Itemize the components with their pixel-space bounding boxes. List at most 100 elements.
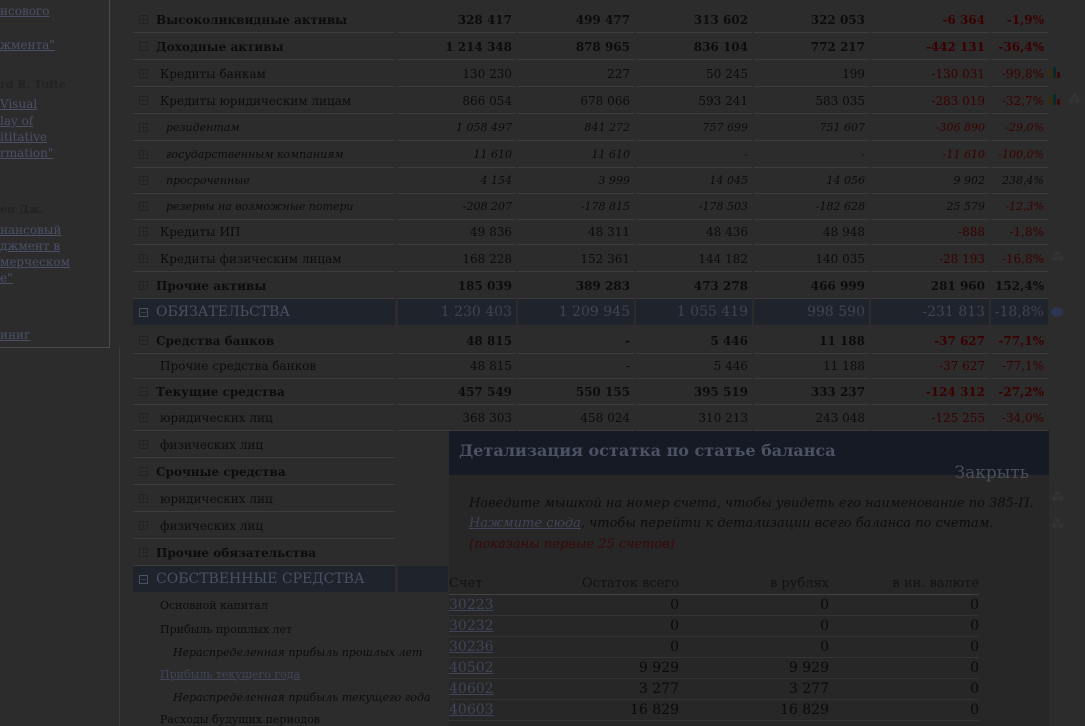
sidebar-link[interactable]: rmation": [0, 146, 53, 160]
expand-toggle[interactable]: +: [139, 150, 148, 159]
value-cell: 48 311: [518, 219, 634, 245]
value-cell: 9 902: [871, 168, 989, 194]
stars-icon[interactable]: ⁂: [1051, 250, 1064, 265]
value-cell: -36,4%: [991, 34, 1048, 60]
sidebar-link[interactable]: е": [0, 271, 13, 285]
account-row: 40502 9 929 9 929 0: [449, 658, 979, 679]
value-cell: -: [518, 328, 634, 354]
table-row: Прочие средства банков 48 815-5 446 11 188…: [133, 353, 1048, 380]
value-cell: 751 607: [754, 115, 869, 141]
value-cell: 395 519: [636, 379, 752, 405]
bar-chart-icon[interactable]: [1049, 66, 1063, 78]
expand-toggle[interactable]: +: [139, 494, 148, 503]
table-row: + Кредиты физическим лицам 168 228 152 361 1…: [133, 246, 1064, 273]
expand-toggle[interactable]: +: [139, 123, 148, 132]
expand-toggle[interactable]: +: [139, 281, 148, 290]
expand-toggle[interactable]: +: [139, 548, 148, 557]
row-label-text: просроченные: [166, 174, 250, 187]
account-number-link[interactable]: 40502: [449, 660, 494, 676]
collapse-toggle[interactable]: −: [139, 574, 148, 584]
pie-chart-icon[interactable]: [1051, 307, 1063, 317]
sidebar-link[interactable]: ititative: [0, 130, 47, 144]
value-cell: 550 155: [518, 379, 634, 405]
account-number-link[interactable]: 30236: [449, 639, 494, 655]
expand-toggle[interactable]: +: [139, 227, 148, 236]
value-cell: 48 815: [398, 353, 516, 379]
value-cell: 48 436: [636, 219, 752, 245]
sidebar-link[interactable]: lay of: [0, 114, 33, 128]
value-cell: -32,7%: [991, 88, 1048, 114]
value-cell: 14 045: [636, 168, 752, 194]
modal-title: Детализация остатка по статье баланса: [459, 441, 836, 460]
expand-toggle[interactable]: +: [139, 521, 148, 530]
detail-all-link[interactable]: Нажмите сюда: [469, 516, 581, 531]
value-cell: -27,2%: [991, 379, 1048, 405]
stars-icon[interactable]: ⁂: [1051, 517, 1064, 532]
expand-toggle[interactable]: +: [139, 254, 148, 263]
value-cell: 310 213: [636, 405, 752, 431]
sidebar-link[interactable]: жмента": [0, 38, 55, 52]
collapse-toggle[interactable]: −: [139, 387, 148, 396]
value-cell: -1,8%: [991, 219, 1048, 245]
collapse-toggle[interactable]: −: [139, 42, 148, 51]
expand-toggle[interactable]: +: [139, 176, 148, 185]
row-label-text: Кредиты физическим лицам: [160, 251, 342, 266]
row-label-text: Кредиты банкам: [160, 66, 266, 81]
row-label: − Срочные средства: [133, 459, 395, 485]
value-cell: -182 628: [754, 194, 869, 220]
value-cell: 1 058 497: [398, 115, 516, 141]
value-cell: 130 230: [398, 61, 516, 87]
account-value: 0: [820, 618, 829, 634]
value-cell: 499 477: [518, 7, 634, 33]
stars-icon[interactable]: ⁂: [1068, 92, 1081, 107]
collapse-toggle[interactable]: −: [139, 96, 148, 105]
expand-toggle[interactable]: +: [139, 202, 148, 211]
row-label-text: юридических лиц: [160, 491, 273, 506]
value-cell: -442 131: [871, 34, 989, 60]
chart-bar-glyph: [1057, 99, 1060, 105]
value-cell: 473 278: [636, 273, 752, 299]
row-label-text: ОБЯЗАТЕЛЬСТВА: [156, 304, 291, 320]
sidebar-link[interactable]: нансовый: [0, 223, 61, 237]
value-cell: 11 188: [754, 328, 869, 354]
page: нсового жмента" rd R. Tufte Visual lay of iti…: [0, 0, 1085, 726]
expand-toggle[interactable]: +: [139, 15, 148, 24]
table-row: + государственным компаниям 11 610 11 610- -…: [133, 142, 1048, 169]
row-label-text: Высоколиквидные активы: [156, 12, 348, 27]
value-cell: 48 948: [754, 219, 869, 245]
account-value: 0: [970, 639, 979, 655]
sidebar-link[interactable]: Visual: [0, 97, 37, 111]
close-button[interactable]: Закрыть: [955, 463, 1029, 483]
account-row: 30232 0 0 0: [449, 616, 979, 637]
account-number-link[interactable]: 30223: [449, 597, 494, 613]
row-label-text: Нераспределенная прибыль прошлых лет: [173, 645, 423, 659]
value-cell: -124 312: [871, 379, 989, 405]
row-label-text: резервы на возможные потери: [166, 200, 354, 213]
account-number-link[interactable]: 40603: [449, 702, 494, 718]
value-cell: -231 813: [871, 299, 989, 325]
expand-toggle[interactable]: +: [139, 440, 148, 449]
account-number-link[interactable]: 30232: [449, 618, 494, 634]
row-label-text[interactable]: Прибыль текущего года: [160, 668, 300, 681]
account-value: 0: [970, 681, 979, 697]
account-row: 30236 0 0 0: [449, 637, 979, 658]
sidebar-link[interactable]: мерческом: [0, 255, 70, 269]
row-label-text: Доходные активы: [156, 39, 284, 54]
account-value: 0: [820, 639, 829, 655]
account-value: 0: [820, 597, 829, 613]
value-cell: 3 999: [518, 168, 634, 194]
sidebar-link[interactable]: нсового: [0, 4, 49, 18]
sidebar-link[interactable]: джмент в: [0, 239, 60, 253]
account-number-link[interactable]: 40602: [449, 681, 494, 697]
collapse-toggle[interactable]: −: [139, 307, 148, 317]
value-cell: 11 188: [754, 353, 869, 379]
collapse-toggle[interactable]: −: [139, 336, 148, 345]
sidebar-link[interactable]: иниг: [0, 328, 30, 342]
bar-chart-icon[interactable]: [1049, 93, 1063, 105]
value-cell: 25 579: [871, 194, 989, 220]
expand-toggle[interactable]: +: [139, 413, 148, 422]
collapse-toggle[interactable]: −: [139, 467, 148, 476]
value-cell: -11 610: [871, 142, 989, 168]
stars-icon[interactable]: ⁂: [1051, 490, 1064, 505]
expand-toggle[interactable]: +: [139, 69, 148, 78]
